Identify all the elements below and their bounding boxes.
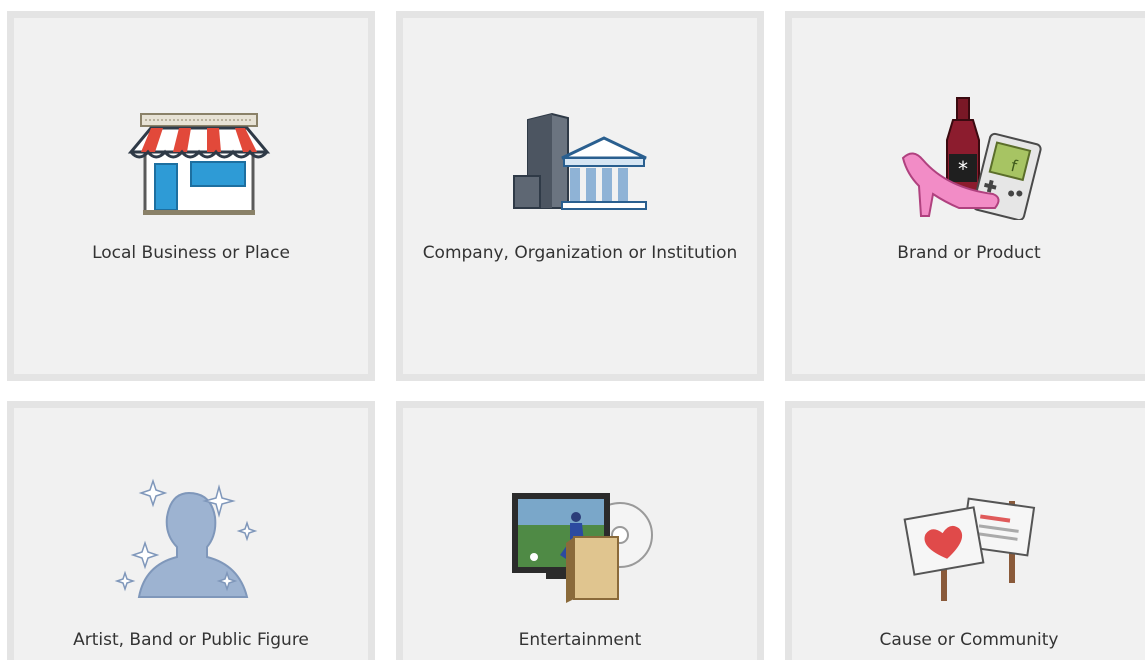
category-label: Cause or Community	[879, 630, 1059, 650]
category-label: Entertainment	[518, 630, 642, 650]
category-label: Brand or Product	[897, 243, 1041, 263]
category-tile-cause[interactable]: Cause or Community	[785, 401, 1145, 660]
category-label: Company, Organization or Institution	[422, 243, 738, 263]
office-building-icon	[500, 90, 660, 220]
category-label: Artist, Band or Public Figure	[73, 630, 309, 650]
protest-signs-icon	[889, 473, 1049, 603]
page-category-grid: Local Business or Place Company, Organiz…	[0, 0, 1145, 660]
category-tile-company[interactable]: Company, Organization or Institution	[396, 11, 764, 381]
category-tile-entertainment[interactable]: Entertainment	[396, 401, 764, 660]
category-tile-local-business[interactable]: Local Business or Place	[7, 11, 375, 381]
storefront-icon	[111, 90, 271, 220]
products-icon: * f	[889, 90, 1049, 220]
tv-dvd-book-icon	[500, 473, 660, 603]
category-label: Local Business or Place	[92, 243, 290, 263]
category-tile-public-figure[interactable]: Artist, Band or Public Figure	[7, 401, 375, 660]
svg-text:*: *	[958, 157, 968, 181]
category-tile-brand[interactable]: * f Brand or Product	[785, 11, 1145, 381]
public-figure-icon	[111, 473, 271, 603]
